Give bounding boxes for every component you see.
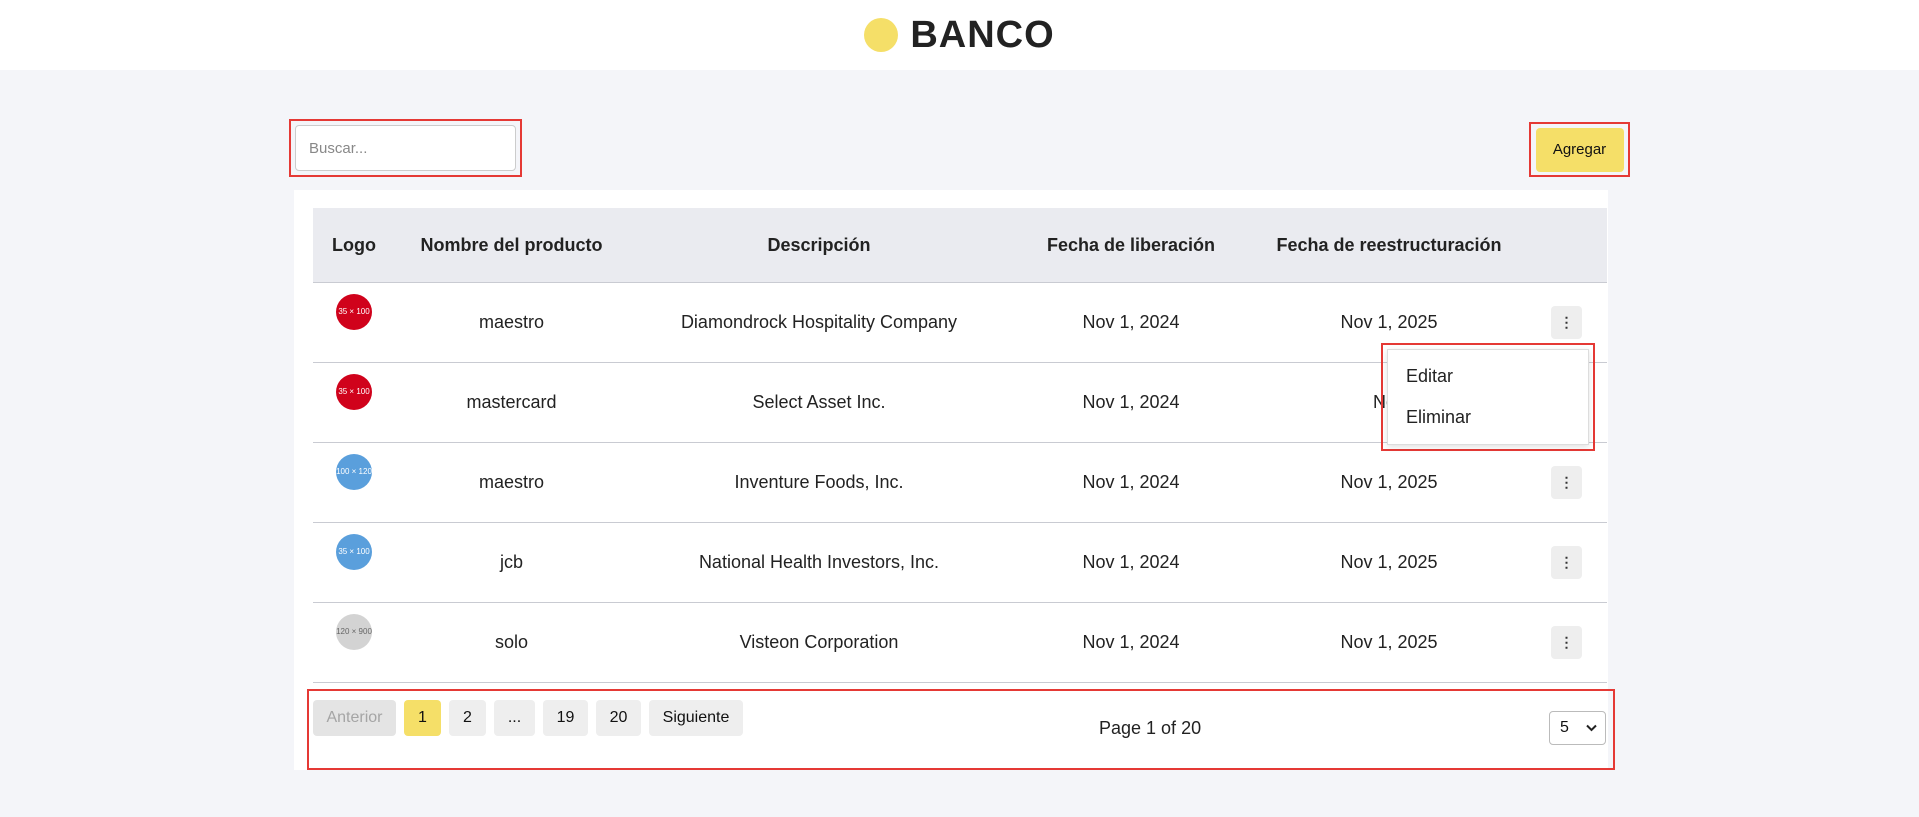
more-vertical-icon: ⋮ — [1559, 554, 1574, 570]
logo-cell: 35 × 100 — [313, 282, 395, 363]
pagination-highlight: Anterior 1 2 ... 19 20 Siguiente Page 1 … — [307, 689, 1615, 770]
pagination-controls: Anterior 1 2 ... 19 20 Siguiente — [313, 700, 743, 736]
table-row: 35 × 100 jcb National Health Investors, In… — [313, 522, 1607, 603]
release-date-cell: Nov 1, 2024 — [1010, 442, 1252, 523]
add-highlight: Agregar — [1529, 122, 1630, 177]
release-date-cell: Nov 1, 2024 — [1010, 282, 1252, 363]
table-row: 120 × 900 solo Visteon Corporation Nov 1, 2… — [313, 602, 1607, 683]
logo-cell: 35 × 100 — [313, 362, 395, 443]
search-highlight — [289, 119, 522, 177]
column-header-description: Descripción — [628, 208, 1010, 283]
brand-title: BANCO — [910, 13, 1055, 56]
more-vertical-icon: ⋮ — [1559, 634, 1574, 650]
actions-cell: ⋮ — [1526, 602, 1607, 683]
row-menu-button[interactable]: ⋮ — [1551, 306, 1582, 339]
column-header-release-date: Fecha de liberación — [1010, 208, 1252, 283]
product-logo: 35 × 100 — [336, 293, 372, 330]
product-name-cell: jcb — [395, 522, 628, 603]
page-size-value: 5 — [1560, 719, 1569, 736]
table-row: 100 × 120 maestro Inventure Foods, Inc. Nov… — [313, 442, 1607, 523]
menu-item-edit[interactable]: Editar — [1406, 366, 1453, 387]
column-header-logo: Logo — [313, 208, 395, 283]
page-button-1[interactable]: 1 — [404, 700, 441, 736]
release-date-cell: Nov 1, 2024 — [1010, 602, 1252, 683]
description-cell: Visteon Corporation — [628, 602, 1010, 683]
more-vertical-icon: ⋮ — [1559, 314, 1574, 330]
app-header: BANCO — [0, 0, 1919, 70]
product-name-cell: maestro — [395, 442, 628, 523]
description-cell: Select Asset Inc. — [628, 362, 1010, 443]
logo-dot-icon — [864, 18, 899, 52]
actions-cell: ⋮ — [1526, 522, 1607, 603]
brand: BANCO — [864, 14, 1054, 57]
products-card: Logo Nombre del producto Descripción Fec… — [294, 190, 1608, 770]
add-button[interactable]: Agregar — [1535, 127, 1624, 172]
page-ellipsis: ... — [494, 700, 535, 736]
page-size-select[interactable]: 5 — [1549, 711, 1606, 745]
row-menu-button[interactable]: ⋮ — [1551, 466, 1582, 499]
product-logo: 35 × 100 — [336, 533, 372, 570]
prev-page-button[interactable]: Anterior — [313, 700, 396, 736]
restructure-date-cell: Nov 1, 2025 — [1252, 442, 1526, 523]
product-logo: 100 × 120 — [336, 453, 372, 490]
page-button-19[interactable]: 19 — [543, 700, 588, 736]
more-vertical-icon: ⋮ — [1559, 474, 1574, 490]
page-button-20[interactable]: 20 — [596, 700, 641, 736]
description-cell: National Health Investors, Inc. — [628, 522, 1010, 603]
row-actions-menu: Editar Eliminar — [1387, 349, 1589, 445]
menu-item-delete[interactable]: Eliminar — [1406, 407, 1471, 428]
product-logo: 35 × 100 — [336, 373, 372, 410]
table-header-row: Logo Nombre del producto Descripción Fec… — [313, 208, 1607, 283]
description-cell: Diamondrock Hospitality Company — [628, 282, 1010, 363]
logo-cell: 35 × 100 — [313, 522, 395, 603]
row-actions-highlight: Editar Eliminar — [1381, 343, 1595, 451]
row-menu-button[interactable]: ⋮ — [1551, 626, 1582, 659]
release-date-cell: Nov 1, 2024 — [1010, 362, 1252, 443]
restructure-date-cell: Nov 1, 2025 — [1252, 602, 1526, 683]
next-page-button[interactable]: Siguiente — [649, 700, 743, 736]
description-cell: Inventure Foods, Inc. — [628, 442, 1010, 523]
product-name-cell: solo — [395, 602, 628, 683]
logo-cell: 120 × 900 — [313, 602, 395, 683]
product-logo: 120 × 900 — [336, 613, 372, 650]
logo-cell: 100 × 120 — [313, 442, 395, 523]
page-button-2[interactable]: 2 — [449, 700, 486, 736]
search-input[interactable] — [295, 125, 516, 171]
product-name-cell: mastercard — [395, 362, 628, 443]
product-name-cell: maestro — [395, 282, 628, 363]
chevron-down-icon — [1586, 724, 1597, 732]
actions-cell: ⋮ — [1526, 442, 1607, 523]
page-info: Page 1 of 20 — [1099, 718, 1202, 738]
row-menu-button[interactable]: ⋮ — [1551, 546, 1582, 579]
column-header-actions — [1526, 208, 1607, 283]
column-header-name: Nombre del producto — [395, 208, 628, 283]
column-header-restructure-date: Fecha de reestructuración — [1252, 208, 1526, 283]
release-date-cell: Nov 1, 2024 — [1010, 522, 1252, 603]
restructure-date-cell: Nov 1, 2025 — [1252, 522, 1526, 603]
